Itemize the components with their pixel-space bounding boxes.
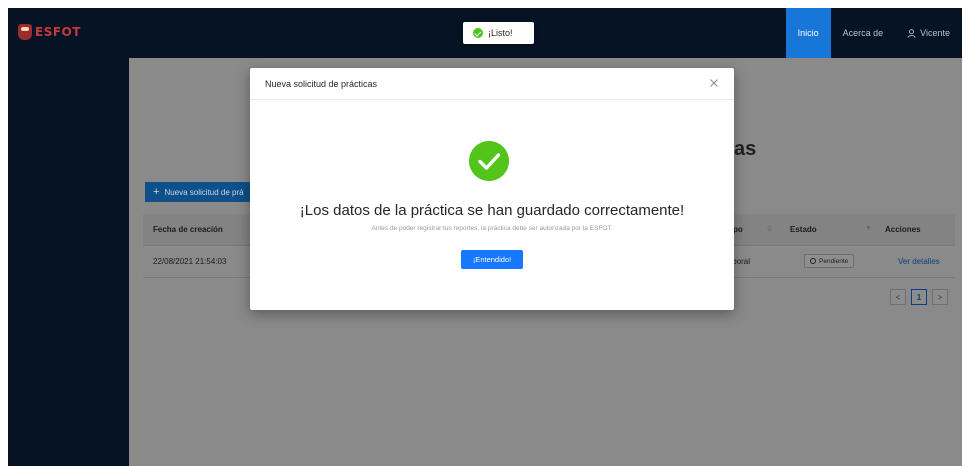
- esfot-logo[interactable]: ESFOT: [18, 22, 81, 42]
- success-message: ¡Los datos de la práctica se han guardad…: [299, 202, 685, 219]
- understood-button[interactable]: ¡Entendido!: [461, 250, 523, 269]
- cell-fecha: 22/08/2021 21:54:03: [153, 257, 227, 266]
- top-nav: Inicio Acerca de Vicente: [785, 8, 962, 58]
- success-check-icon: [469, 141, 509, 181]
- status-label: Pendiente: [819, 257, 849, 265]
- pagination-next[interactable]: >: [932, 289, 948, 305]
- new-request-label: Nueva solicitud de prá: [164, 187, 244, 197]
- page-title: as: [734, 138, 757, 160]
- column-estado[interactable]: Estado: [790, 225, 817, 234]
- user-name: Vicente: [920, 28, 950, 38]
- clock-icon: [810, 258, 816, 264]
- nav-item-inicio[interactable]: Inicio: [785, 8, 831, 58]
- column-fecha[interactable]: Fecha de creación: [153, 225, 223, 234]
- close-icon[interactable]: [708, 77, 720, 89]
- pagination-page-1[interactable]: 1: [911, 289, 927, 305]
- toast-message: ¡Listo!: [488, 28, 513, 38]
- new-request-button[interactable]: + Nueva solicitud de prá: [145, 182, 257, 202]
- nav-item-user[interactable]: Vicente: [895, 8, 962, 58]
- pagination-prev[interactable]: <: [890, 289, 906, 305]
- plus-icon: +: [153, 186, 160, 198]
- app-window: ESFOT Inicio Acerca de Vicente as + Nuev: [8, 8, 962, 466]
- sidebar: [8, 58, 129, 466]
- column-acciones: Acciones: [885, 225, 921, 234]
- nav-item-acerca-de[interactable]: Acerca de: [831, 8, 896, 58]
- owl-logo-icon: [18, 24, 32, 40]
- view-details-link[interactable]: Ver detalles: [898, 257, 940, 266]
- nav-label: Acerca de: [842, 28, 884, 38]
- filter-icon[interactable]: ▼: [865, 225, 872, 232]
- modal-header: Nueva solicitud de prácticas: [250, 68, 734, 100]
- success-modal: Nueva solicitud de prácticas ¡Los datos …: [250, 68, 734, 310]
- check-circle-icon: [473, 28, 483, 38]
- status-badge: Pendiente: [804, 254, 855, 268]
- success-toast: ¡Listo!: [463, 22, 534, 44]
- success-submessage: Antes de poder registrar tus reportes, l…: [371, 225, 613, 232]
- search-icon[interactable]: ⚲: [767, 225, 772, 233]
- nav-label: Inicio: [797, 28, 819, 38]
- modal-title: Nueva solicitud de prácticas: [265, 79, 378, 89]
- user-icon: [907, 28, 916, 38]
- logo-text: ESFOT: [35, 25, 81, 39]
